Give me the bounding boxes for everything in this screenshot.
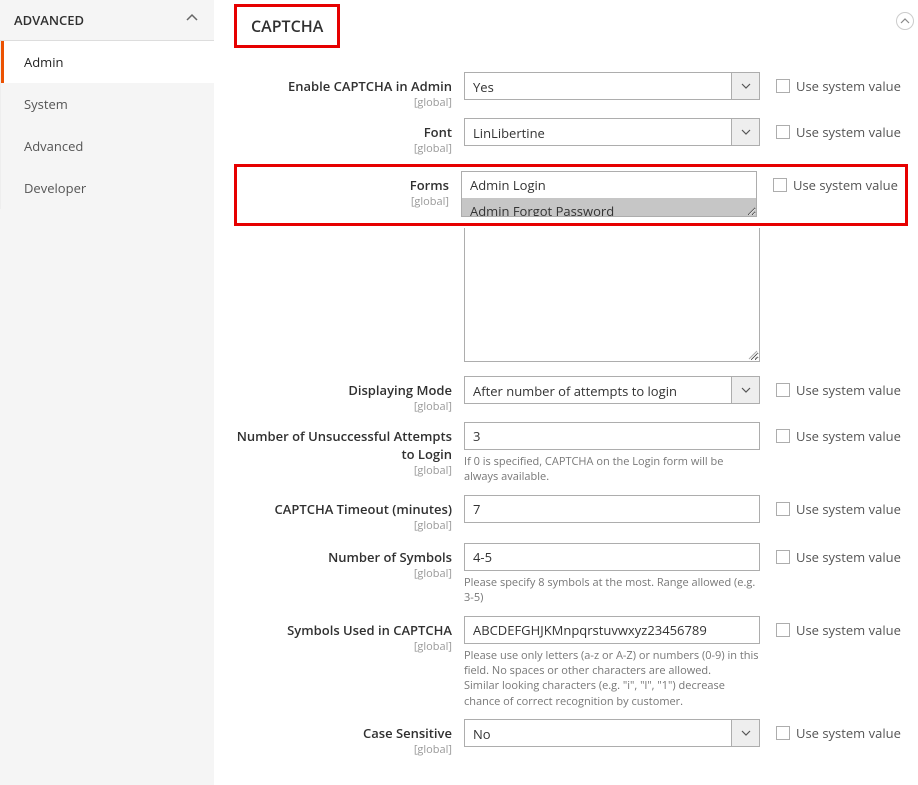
label-timeout: CAPTCHA Timeout (minutes) [275, 500, 452, 518]
multiselect-forms-ext[interactable] [464, 228, 760, 362]
select-font[interactable]: LinLibertine [464, 118, 760, 146]
checkbox-case-sys[interactable] [776, 726, 790, 740]
sidebar-section-advanced[interactable]: ADVANCED [0, 0, 214, 41]
select-case-sensitive[interactable]: No [464, 719, 760, 747]
checkbox-mode-sys[interactable] [776, 383, 790, 397]
select-enable-captcha[interactable]: Yes [464, 72, 760, 100]
main-content: CAPTCHA Enable CAPTCHA in Admin [global]… [214, 0, 918, 785]
sidebar-item-admin[interactable]: Admin [1, 41, 214, 83]
sys-label: Use system value [796, 77, 901, 95]
checkbox-font-sys[interactable] [776, 125, 790, 139]
input-symbols-used[interactable] [464, 616, 760, 644]
sidebar-item-advanced[interactable]: Advanced [1, 125, 214, 167]
checkbox-timeout-sys[interactable] [776, 502, 790, 516]
sidebar: ADVANCED Admin System Advanced Developer [0, 0, 214, 785]
resize-handle-icon[interactable] [748, 350, 758, 360]
sidebar-item-developer[interactable]: Developer [1, 167, 214, 209]
input-symbols-count[interactable] [464, 543, 760, 571]
chevron-down-icon [731, 720, 759, 746]
checkbox-enable-sys[interactable] [776, 79, 790, 93]
label-forms: Forms [410, 176, 449, 194]
chevron-down-icon [731, 377, 759, 403]
forms-option-admin-forgot-password[interactable]: Admin Forgot Password [462, 198, 756, 217]
label-font: Font [424, 123, 452, 141]
chevron-up-icon [184, 10, 200, 30]
multiselect-forms[interactable]: Admin Login Admin Forgot Password [461, 171, 757, 217]
sidebar-header-label: ADVANCED [14, 11, 84, 29]
checkbox-symbols-count-sys[interactable] [776, 550, 790, 564]
sidebar-item-system[interactable]: System [1, 83, 214, 125]
hint-attempts: If 0 is specified, CAPTCHA on the Login … [464, 454, 760, 485]
checkbox-attempts-sys[interactable] [776, 429, 790, 443]
hint-symbols-count: Please specify 8 symbols at the most. Ra… [464, 575, 760, 606]
collapse-section-icon[interactable] [896, 12, 914, 30]
input-timeout[interactable] [464, 495, 760, 523]
hint-symbols-used: Please use only letters (a-z or A-Z) or … [464, 648, 760, 710]
label-enable-captcha: Enable CAPTCHA in Admin [288, 77, 452, 95]
checkbox-symbols-used-sys[interactable] [776, 623, 790, 637]
chevron-down-icon [731, 119, 759, 145]
forms-option-admin-login[interactable]: Admin Login [462, 172, 756, 198]
label-symbols-used: Symbols Used in CAPTCHA [287, 621, 452, 639]
scope-global: [global] [234, 95, 452, 110]
select-displaying-mode[interactable]: After number of attempts to login [464, 376, 760, 404]
label-case-sensitive: Case Sensitive [363, 724, 452, 742]
label-attempts: Number of Unsuccessful Attempts to Login [237, 427, 452, 463]
chevron-down-icon [731, 73, 759, 99]
label-symbols-count: Number of Symbols [328, 548, 452, 566]
checkbox-forms-sys[interactable] [773, 178, 787, 192]
section-title-captcha[interactable]: CAPTCHA [237, 7, 337, 45]
input-attempts[interactable] [464, 422, 760, 450]
label-displaying-mode: Displaying Mode [348, 381, 452, 399]
